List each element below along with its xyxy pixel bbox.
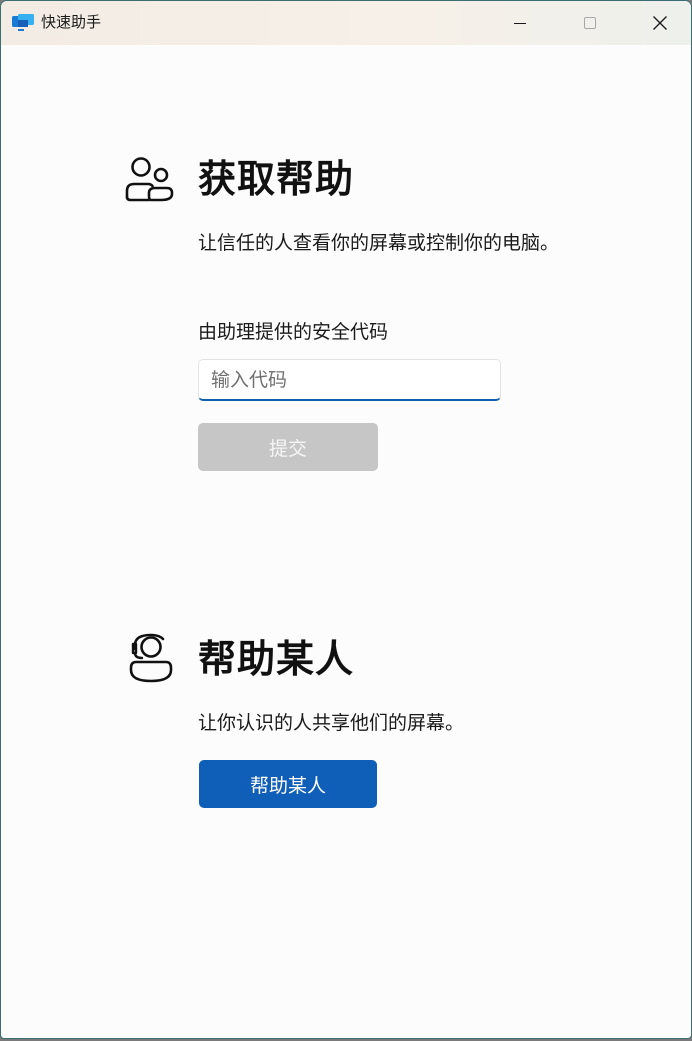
quick-assist-window: 快速助手 获取帮助 让信任的人查看你的屏幕或控制你的电脑。 由助理提供的安全代码… — [0, 0, 692, 1039]
help-someone-heading: 帮助某人 — [198, 637, 355, 681]
minimize-button[interactable] — [485, 1, 555, 45]
main-content: 获取帮助 让信任的人查看你的屏幕或控制你的电脑。 由助理提供的安全代码 提交 帮… — [1, 45, 691, 1038]
maximize-icon — [584, 17, 596, 29]
get-help-heading: 获取帮助 — [198, 157, 355, 201]
close-icon — [653, 16, 667, 30]
title-bar[interactable]: 快速助手 — [1, 1, 691, 45]
submit-button[interactable]: 提交 — [198, 423, 378, 471]
maximize-button[interactable] — [555, 1, 625, 45]
close-button[interactable] — [625, 1, 691, 45]
help-someone-description: 让你认识的人共享他们的屏幕。 — [198, 712, 465, 734]
window-title: 快速助手 — [41, 13, 102, 31]
help-someone-button[interactable]: 帮助某人 — [199, 760, 377, 808]
get-help-description: 让信任的人查看你的屏幕或控制你的电脑。 — [198, 232, 560, 254]
security-code-input[interactable] — [198, 359, 501, 401]
people-icon — [125, 157, 174, 202]
quick-assist-app-icon — [12, 14, 34, 31]
headset-person-icon — [129, 633, 173, 683]
security-code-label: 由助理提供的安全代码 — [198, 321, 389, 343]
minimize-icon — [514, 23, 526, 24]
